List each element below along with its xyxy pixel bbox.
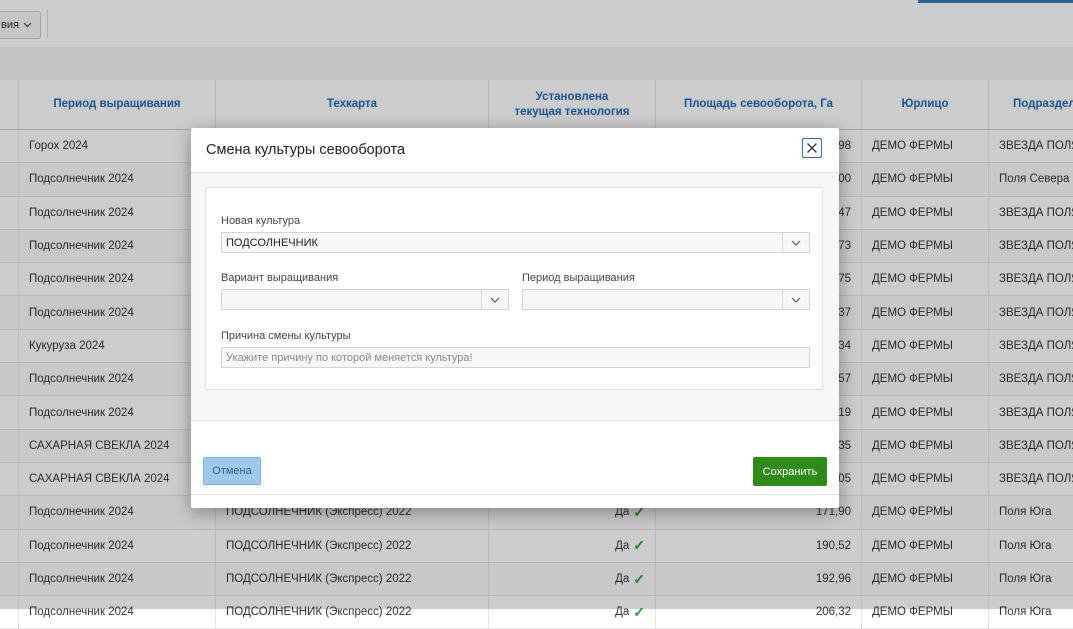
variant-dropdown-toggle[interactable] — [481, 290, 508, 309]
reason-input[interactable] — [221, 347, 810, 368]
new-culture-dropdown-toggle[interactable] — [782, 233, 809, 252]
variant-select[interactable] — [221, 289, 509, 310]
close-button[interactable] — [802, 138, 822, 158]
period-label: Период выращивания — [522, 272, 635, 284]
new-culture-select[interactable]: ПОДСОЛНЕЧНИК — [221, 232, 810, 253]
period-dropdown-toggle[interactable] — [782, 290, 809, 309]
chevron-down-icon — [791, 297, 801, 303]
variant-label: Вариант выращивания — [221, 272, 339, 284]
period-select[interactable] — [522, 289, 810, 310]
dialog-body: Новая культура ПОДСОЛНЕЧНИК Вариант выра… — [191, 173, 839, 421]
dialog-title: Смена культуры севооборота — [206, 142, 406, 158]
dialog-footer: Отмена Сохранить — [191, 421, 839, 495]
close-icon — [807, 143, 817, 153]
form-panel: Новая культура ПОДСОЛНЕЧНИК Вариант выра… — [205, 187, 823, 390]
chevron-down-icon — [791, 240, 801, 246]
chevron-down-icon — [490, 297, 500, 303]
reason-label: Причина смены культуры — [221, 330, 351, 342]
save-button[interactable]: Сохранить — [753, 457, 827, 486]
new-culture-value: ПОДСОЛНЕЧНИК — [226, 236, 318, 249]
new-culture-label: Новая культура — [221, 215, 301, 227]
dialog-header: Смена культуры севооборота — [191, 128, 839, 173]
cancel-button[interactable]: Отмена — [203, 457, 261, 485]
change-culture-dialog: Смена культуры севооборота Новая культур… — [191, 128, 839, 508]
